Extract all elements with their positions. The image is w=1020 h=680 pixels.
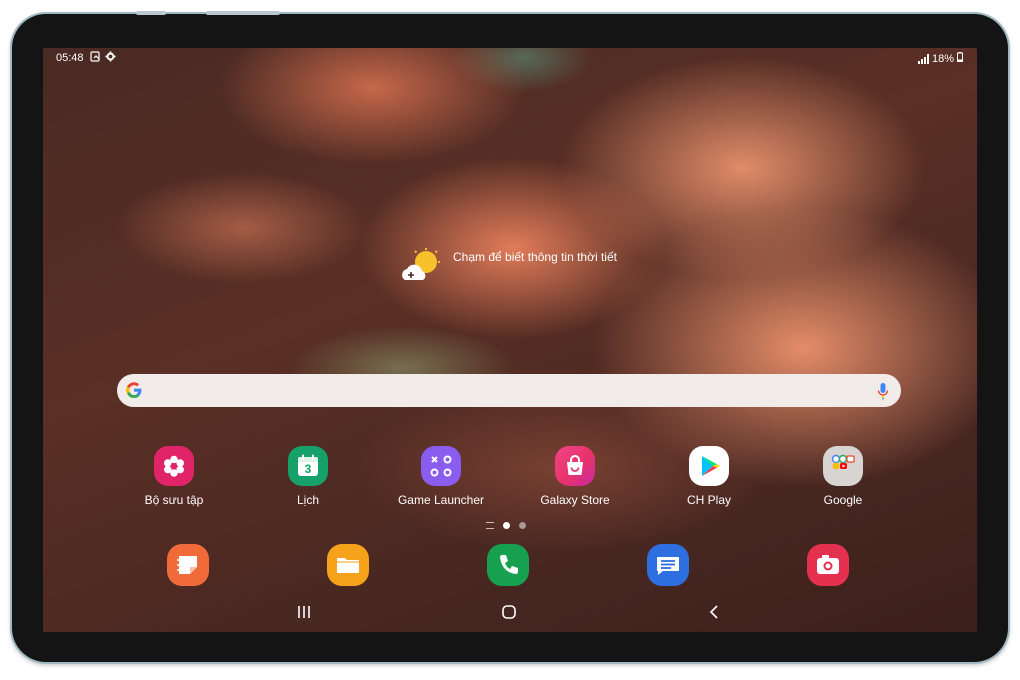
app-label: Bộ sưu tập — [144, 493, 204, 507]
weather-widget[interactable]: Chạm để biết thông tin thời tiết — [399, 248, 623, 289]
play-store-icon — [689, 446, 729, 486]
status-bar: 05:48 18% — [43, 48, 977, 70]
page-dot — [519, 522, 526, 529]
google-g-icon — [125, 381, 143, 399]
battery-icon — [957, 52, 963, 65]
phone-icon[interactable] — [487, 544, 529, 586]
app-label: Galaxy Store — [540, 493, 610, 507]
app-label: Game Launcher — [397, 493, 485, 507]
page-indicator[interactable] — [486, 522, 526, 529]
samsung-notes-icon[interactable] — [167, 544, 209, 586]
home-page-lines-icon — [486, 522, 494, 529]
app-play-store[interactable]: CH Play — [659, 446, 759, 507]
back-icon[interactable] — [708, 605, 720, 624]
calendar-icon: 3 — [288, 446, 328, 486]
calendar-date: 3 — [304, 462, 312, 476]
app-galaxy-store[interactable]: Galaxy Store — [525, 446, 625, 507]
signal-icon — [917, 53, 929, 64]
page-dot-active — [503, 522, 510, 529]
app-label: CH Play — [686, 493, 731, 507]
app-gallery[interactable]: Bộ sưu tập — [124, 446, 224, 507]
status-time: 05:48 — [56, 52, 84, 64]
status-right: 18% — [917, 52, 963, 65]
power-button — [206, 11, 280, 15]
microphone-icon[interactable] — [877, 382, 889, 400]
my-files-folder-icon[interactable] — [327, 544, 369, 586]
app-google-folder[interactable]: Google — [793, 446, 893, 507]
settings-gear-icon — [105, 51, 116, 65]
app-calendar[interactable]: 3 Lịch — [258, 446, 358, 507]
volume-button — [136, 11, 166, 15]
home-screen: 05:48 18% Chạm để biết thông tin thời ti… — [43, 48, 977, 632]
app-game-launcher[interactable]: Game Launcher — [391, 446, 491, 507]
app-label: Lịch — [296, 493, 319, 507]
recents-icon[interactable] — [297, 605, 311, 624]
screenshot-icon — [90, 51, 101, 65]
camera-icon[interactable] — [807, 544, 849, 586]
home-icon[interactable] — [502, 605, 516, 624]
weather-add-icon — [399, 248, 443, 289]
battery-level: 18% — [931, 52, 954, 65]
shopping-bag-icon — [555, 446, 595, 486]
google-folder-icon — [823, 446, 863, 486]
google-search-bar[interactable] — [117, 374, 901, 407]
game-launcher-icon — [421, 446, 461, 486]
gallery-flower-icon — [154, 446, 194, 486]
app-label: Google — [823, 493, 863, 507]
messages-icon[interactable] — [647, 544, 689, 586]
weather-text: Chạm để biết thông tin thời tiết — [453, 250, 617, 264]
